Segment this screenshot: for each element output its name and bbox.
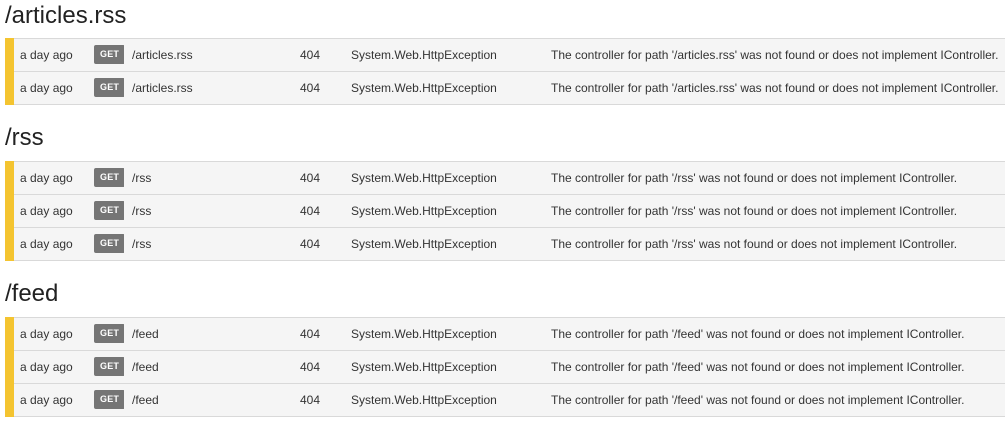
error-row[interactable]: a day ago GET /rss 404 System.Web.HttpEx… [14, 227, 1005, 261]
request-path: /articles.rss [132, 48, 193, 62]
error-message: The controller for path '/articles.rss' … [551, 81, 999, 95]
status-code: 404 [300, 327, 321, 341]
group-title: /articles.rss [5, 2, 127, 29]
error-message: The controller for path '/feed' was not … [551, 360, 965, 374]
request-path: /feed [132, 327, 159, 341]
exception-type: System.Web.HttpException [351, 48, 497, 62]
exception-type: System.Web.HttpException [351, 81, 497, 95]
error-list: a day ago GET /feed 404 System.Web.HttpE… [5, 317, 1005, 417]
error-row[interactable]: a day ago GET /rss 404 System.Web.HttpEx… [14, 161, 1005, 194]
error-list: a day ago GET /articles.rss 404 System.W… [5, 38, 1005, 105]
timestamp: a day ago [20, 48, 73, 62]
error-row[interactable]: a day ago GET /articles.rss 404 System.W… [14, 71, 1005, 105]
error-message: The controller for path '/feed' was not … [551, 393, 965, 407]
group-title: /rss [5, 124, 44, 151]
timestamp: a day ago [20, 204, 73, 218]
exception-type: System.Web.HttpException [351, 204, 497, 218]
request-path: /feed [132, 393, 159, 407]
status-code: 404 [300, 237, 321, 251]
timestamp: a day ago [20, 81, 73, 95]
error-message: The controller for path '/rss' was not f… [551, 204, 958, 218]
method-badge: GET [94, 45, 124, 65]
error-row[interactable]: a day ago GET /articles.rss 404 System.W… [14, 38, 1005, 71]
request-path: /rss [132, 237, 152, 251]
timestamp: a day ago [20, 327, 73, 341]
status-code: 404 [300, 48, 321, 62]
method-badge: GET [94, 234, 124, 254]
request-path: /rss [132, 171, 152, 185]
exception-type: System.Web.HttpException [351, 171, 497, 185]
exception-type: System.Web.HttpException [351, 393, 497, 407]
error-message: The controller for path '/rss' was not f… [551, 237, 958, 251]
error-row[interactable]: a day ago GET /feed 404 System.Web.HttpE… [14, 350, 1005, 383]
method-badge: GET [94, 168, 124, 188]
error-message: The controller for path '/rss' was not f… [551, 171, 958, 185]
exception-type: System.Web.HttpException [351, 327, 497, 341]
request-path: /feed [132, 360, 159, 374]
error-row[interactable]: a day ago GET /feed 404 System.Web.HttpE… [14, 317, 1005, 350]
exception-type: System.Web.HttpException [351, 237, 497, 251]
method-badge: GET [94, 201, 124, 221]
status-code: 404 [300, 81, 321, 95]
method-badge: GET [94, 324, 124, 344]
request-path: /articles.rss [132, 81, 193, 95]
status-code: 404 [300, 204, 321, 218]
status-code: 404 [300, 393, 321, 407]
status-code: 404 [300, 171, 321, 185]
timestamp: a day ago [20, 360, 73, 374]
timestamp: a day ago [20, 171, 73, 185]
group-title: /feed [5, 280, 59, 307]
timestamp: a day ago [20, 237, 73, 251]
method-badge: GET [94, 78, 124, 98]
error-message: The controller for path '/feed' was not … [551, 327, 965, 341]
method-badge: GET [94, 390, 124, 410]
request-path: /rss [132, 204, 152, 218]
error-list: a day ago GET /rss 404 System.Web.HttpEx… [5, 161, 1005, 261]
error-row[interactable]: a day ago GET /rss 404 System.Web.HttpEx… [14, 194, 1005, 227]
exception-type: System.Web.HttpException [351, 360, 497, 374]
method-badge: GET [94, 357, 124, 377]
error-row[interactable]: a day ago GET /feed 404 System.Web.HttpE… [14, 383, 1005, 417]
timestamp: a day ago [20, 393, 73, 407]
status-code: 404 [300, 360, 321, 374]
error-message: The controller for path '/articles.rss' … [551, 48, 999, 62]
